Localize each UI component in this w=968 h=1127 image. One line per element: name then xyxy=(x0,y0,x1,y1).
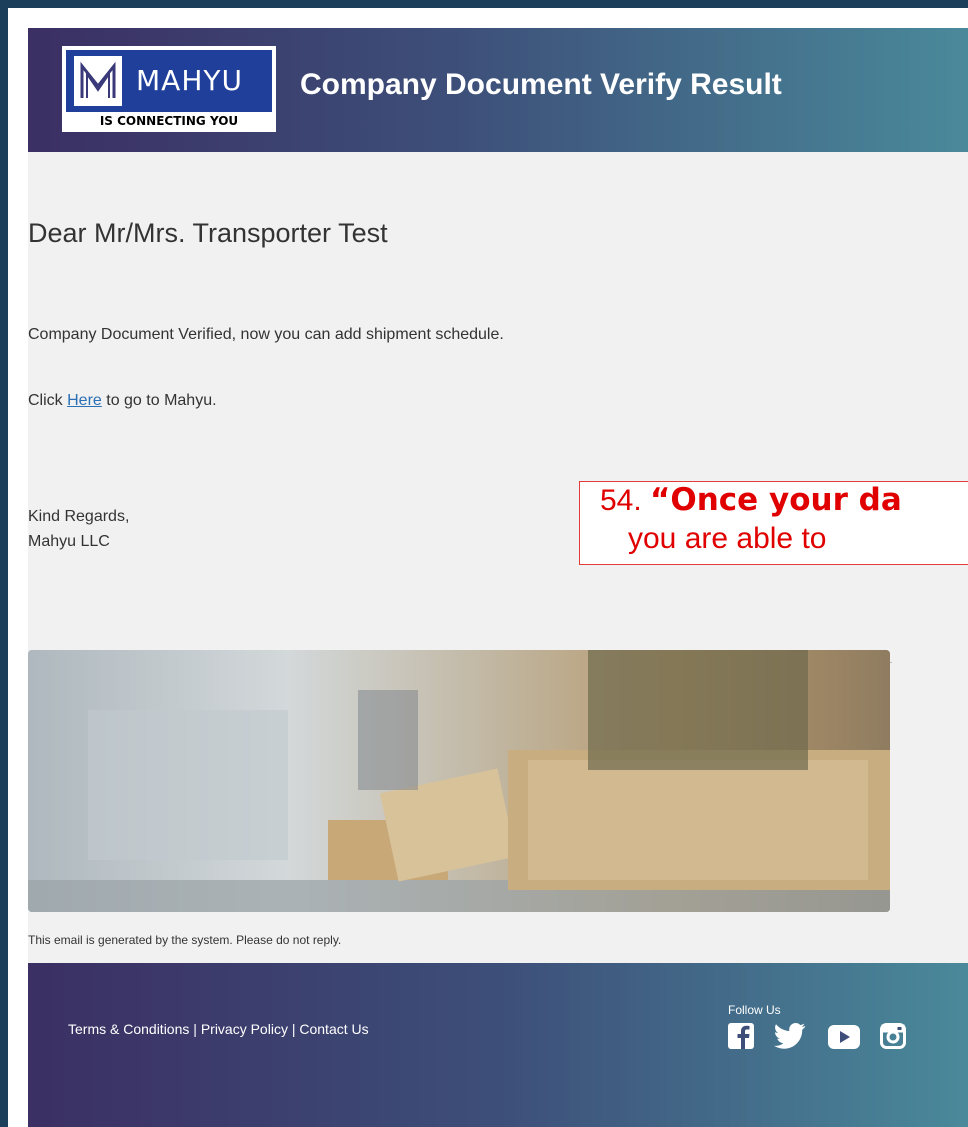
email-footer: Terms & Conditions | Privacy Policy | Co… xyxy=(28,963,968,1127)
email-title: Company Document Verify Result xyxy=(300,68,782,101)
callout-bold-text: “Once your da xyxy=(650,482,902,518)
click-prefix: Click xyxy=(28,392,68,409)
logo-name: MAHYU xyxy=(136,64,243,97)
mahyu-logo: MAHYU IS CONNECTING YOU xyxy=(62,46,276,132)
social-icons xyxy=(728,1021,938,1051)
youtube-icon[interactable] xyxy=(828,1025,860,1054)
logo-tagline: IS CONNECTING YOU xyxy=(99,114,239,128)
logo-m-icon xyxy=(74,56,122,106)
contact-link[interactable]: Contact Us xyxy=(299,1021,368,1037)
terms-link[interactable]: Terms & Conditions xyxy=(68,1021,189,1037)
logo-blue-band: MAHYU xyxy=(66,50,272,112)
callout-line2: you are able to xyxy=(628,522,827,555)
system-footnote: This email is generated by the system. P… xyxy=(28,933,342,947)
twitter-icon[interactable] xyxy=(774,1021,806,1054)
click-suffix: to go to Mahyu. xyxy=(101,392,217,409)
follow-us-label: Follow Us xyxy=(728,1003,781,1017)
click-line: Click Here to go to Mahyu. xyxy=(28,392,217,410)
annotation-callout: 54. “Once your da you are able to xyxy=(579,481,968,565)
email-header: MAHYU IS CONNECTING YOU Company Document… xyxy=(28,28,968,152)
screen-frame: MAHYU IS CONNECTING YOU Company Document… xyxy=(0,0,968,1127)
verify-message: Company Document Verified, now you can a… xyxy=(28,326,504,343)
footer-separator: | xyxy=(287,1021,300,1037)
callout-number: 54. xyxy=(600,484,642,517)
signature: Mahyu LLC xyxy=(28,533,110,550)
regards: Kind Regards, xyxy=(28,508,130,525)
privacy-link[interactable]: Privacy Policy xyxy=(201,1021,288,1037)
greeting: Dear Mr/Mrs. Transporter Test xyxy=(28,218,388,248)
footer-separator: | xyxy=(189,1021,201,1037)
instagram-icon[interactable] xyxy=(880,1023,906,1054)
facebook-icon[interactable] xyxy=(728,1021,754,1054)
footer-links: Terms & Conditions | Privacy Policy | Co… xyxy=(68,1021,369,1037)
warehouse-hero-image xyxy=(28,650,890,912)
here-link[interactable]: Here xyxy=(67,392,102,409)
